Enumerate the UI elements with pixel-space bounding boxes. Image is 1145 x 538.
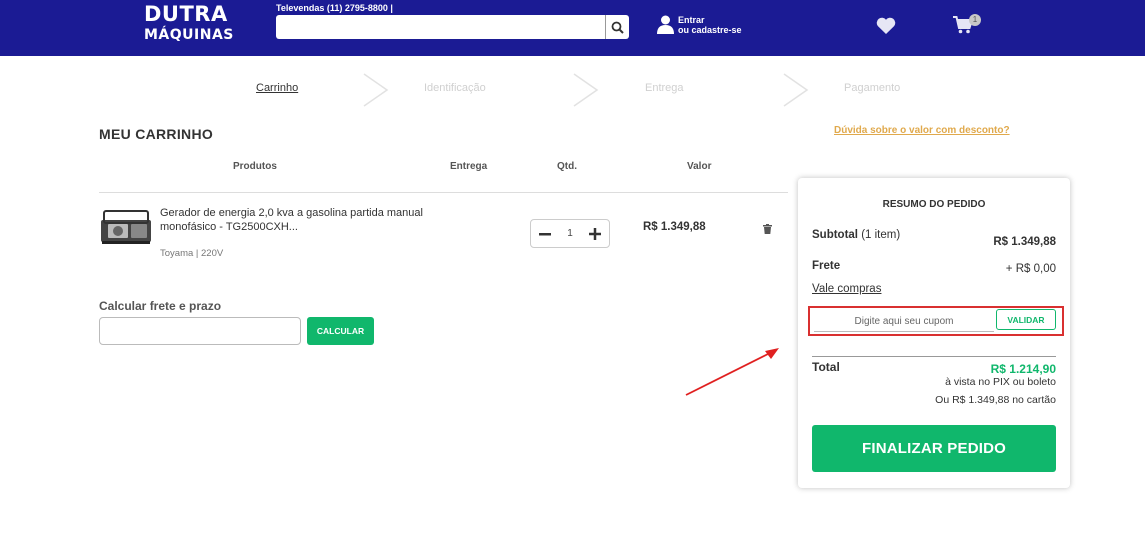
search-input[interactable] xyxy=(276,15,596,39)
logo[interactable]: DUTRA MÁQUINAS xyxy=(144,2,234,43)
search-bar xyxy=(276,15,629,39)
table-divider xyxy=(99,192,788,193)
logo-line1: DUTRA xyxy=(144,2,228,26)
frete-label: Frete xyxy=(812,260,841,272)
login-line1: Entrar xyxy=(678,15,705,25)
wishlist-button[interactable] xyxy=(876,17,896,40)
step-pagamento: Pagamento xyxy=(844,82,901,94)
discount-help-link[interactable]: Dúvida sobre o valor com desconto? xyxy=(834,125,1010,136)
col-header-delivery: Entrega xyxy=(450,161,488,172)
subtotal-value: R$ 1.349,88 xyxy=(993,236,1056,248)
coupon-highlight-box: VALIDAR xyxy=(808,306,1064,336)
product-name[interactable]: Gerador de energia 2,0 kva a gasolina pa… xyxy=(160,206,450,234)
step-identificacao: Identificação xyxy=(424,82,486,94)
total-value: R$ 1.214,90 xyxy=(990,362,1056,376)
total-label: Total xyxy=(812,360,840,374)
subtotal-label-text: Subtotal xyxy=(812,229,858,241)
search-icon xyxy=(611,21,624,34)
login-link[interactable]: Entrar ou cadastre-se xyxy=(657,15,742,35)
product-price: R$ 1.349,88 xyxy=(643,221,706,233)
step-entrega: Entrega xyxy=(645,82,684,94)
annotation-arrow-icon xyxy=(685,348,779,396)
site-header: DUTRA MÁQUINAS Televendas (11) 2795-8800… xyxy=(0,0,1145,56)
vale-compras-link[interactable]: Vale compras xyxy=(812,283,881,295)
calculate-shipping-button[interactable]: CALCULAR xyxy=(307,317,374,345)
subtotal-label: Subtotal (1 item) xyxy=(812,229,900,241)
step-chevron-icon xyxy=(573,73,599,107)
step-chevron-icon xyxy=(363,73,389,107)
total-divider xyxy=(812,356,1056,357)
logo-line2: MÁQUINAS xyxy=(144,27,234,43)
coupon-input[interactable] xyxy=(814,312,994,332)
cart-count-badge: 1 xyxy=(969,14,981,26)
user-icon xyxy=(657,15,674,34)
summary-title: RESUMO DO PEDIDO xyxy=(882,199,986,210)
decrease-qty-button[interactable] xyxy=(538,227,552,241)
col-header-value: Valor xyxy=(687,161,712,172)
step-chevron-icon xyxy=(783,73,809,107)
page-title: MEU CARRINHO xyxy=(99,126,214,142)
televendas-phone: Televendas (11) 2795-8800 | xyxy=(276,3,393,13)
login-line2: ou cadastre-se xyxy=(678,25,742,35)
frete-value: + R$ 0,00 xyxy=(1005,263,1056,275)
step-carrinho[interactable]: Carrinho xyxy=(256,82,298,94)
quantity-stepper: 1 xyxy=(530,219,610,248)
minus-icon xyxy=(539,232,551,235)
search-button[interactable] xyxy=(605,15,629,39)
total-card-note: Ou R$ 1.349,88 no cartão xyxy=(935,394,1056,406)
subtotal-count: (1 item) xyxy=(861,229,901,241)
heart-icon xyxy=(876,17,896,34)
plus-icon xyxy=(589,227,601,240)
product-image[interactable] xyxy=(100,206,152,246)
finalize-order-button[interactable]: FINALIZAR PEDIDO xyxy=(812,425,1056,472)
col-header-products: Produtos xyxy=(233,161,277,172)
remove-item-button[interactable] xyxy=(763,221,772,239)
col-header-qty: Qtd. xyxy=(557,161,577,172)
quantity-value: 1 xyxy=(567,228,573,239)
validate-coupon-button[interactable]: VALIDAR xyxy=(996,309,1056,330)
increase-qty-button[interactable] xyxy=(588,227,602,241)
shipping-calc-title: Calcular frete e prazo xyxy=(99,299,222,313)
total-pix-note: à vista no PIX ou boleto xyxy=(945,376,1056,388)
zipcode-input[interactable] xyxy=(99,317,301,345)
product-variant: Toyama | 220V xyxy=(160,248,224,259)
trash-icon xyxy=(763,224,772,234)
order-summary-card: RESUMO DO PEDIDO Subtotal (1 item) R$ 1.… xyxy=(798,178,1070,488)
